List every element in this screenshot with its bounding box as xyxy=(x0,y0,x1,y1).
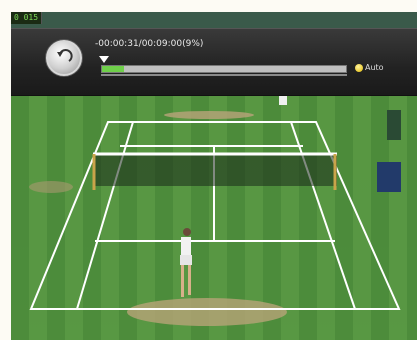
back-button[interactable] xyxy=(46,40,82,76)
playback-time: -00:00:31/00:09:00(9%) xyxy=(95,39,204,49)
progress-underline xyxy=(101,74,347,76)
video-frame: 0 015 -00:00:31/00:09:00(9%) Auto xyxy=(11,12,417,340)
frame-counter: 0 015 xyxy=(11,12,42,24)
undo-arrow-icon xyxy=(57,49,73,62)
seek-marker-icon[interactable] xyxy=(99,56,109,63)
progress-bar[interactable] xyxy=(101,65,347,73)
auto-label[interactable]: Auto xyxy=(365,63,384,72)
progress-fill xyxy=(102,66,124,72)
yellow-dot-icon[interactable] xyxy=(355,64,363,72)
playback-osd: -00:00:31/00:09:00(9%) Auto xyxy=(11,28,417,96)
